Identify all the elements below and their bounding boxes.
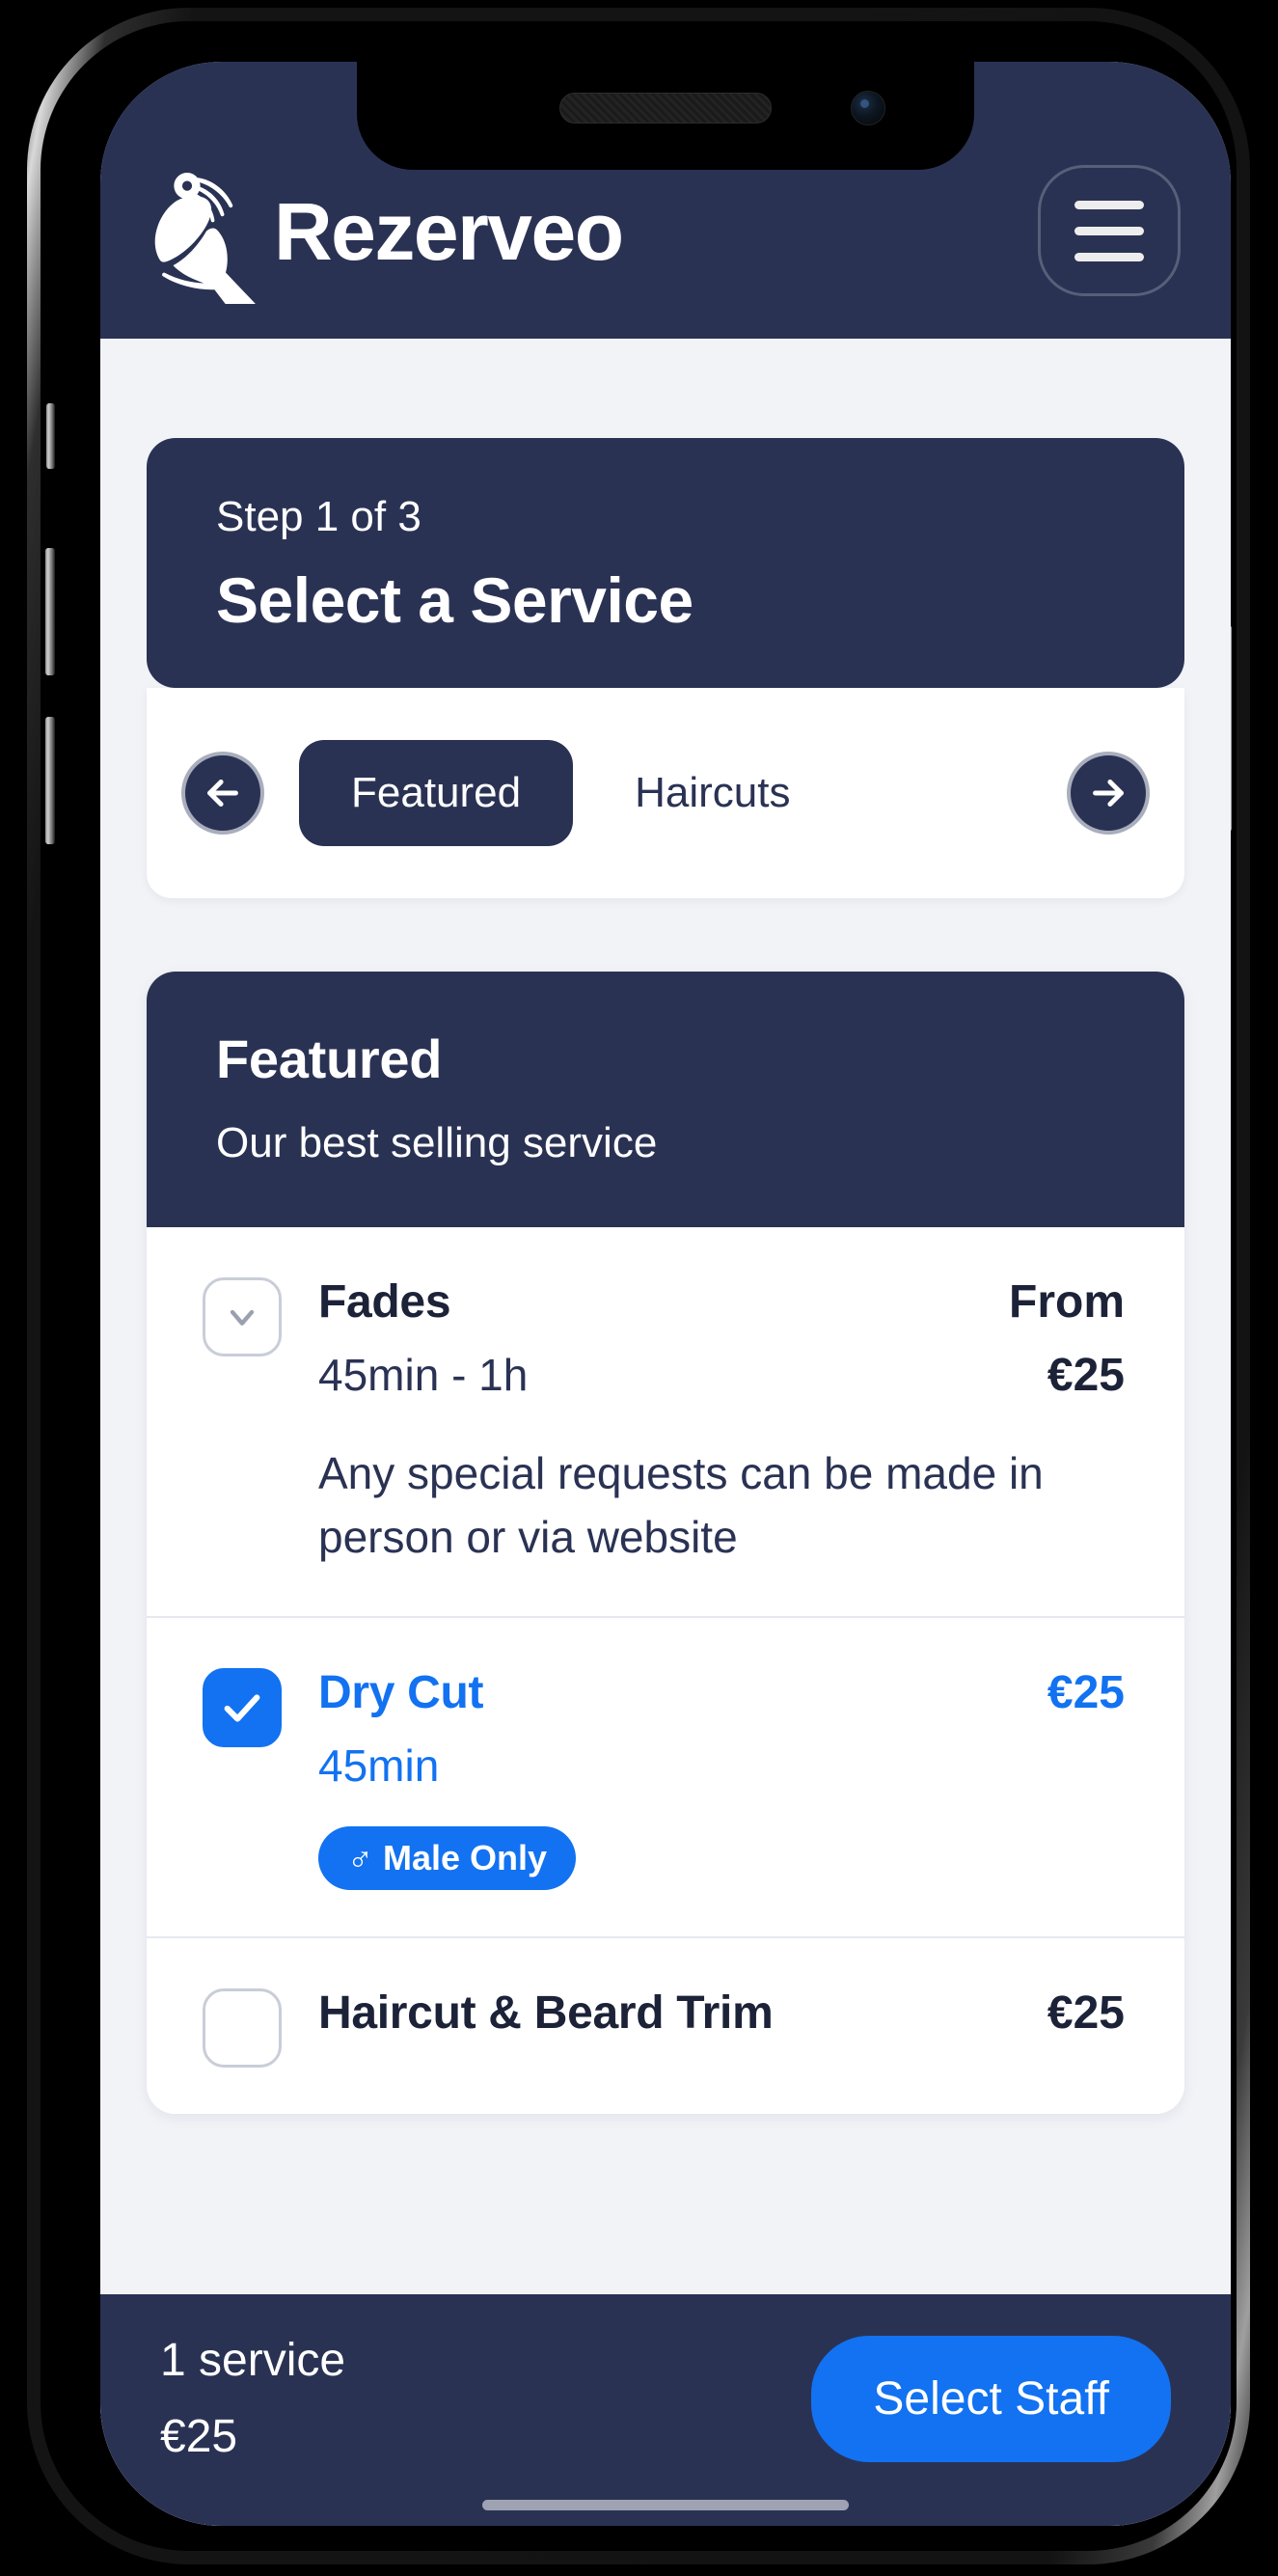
featured-services-card: Featured Our best selling service Fades …: [147, 971, 1184, 2115]
menu-bar-top: [1074, 200, 1144, 209]
arrow-left-icon: [207, 779, 238, 807]
step-section: Step 1 of 3 Select a Service Featured Ha…: [147, 438, 1184, 898]
selected-service-count: 1 service: [160, 2335, 346, 2386]
service-name: Haircut & Beard Trim: [318, 1987, 774, 2040]
arrow-right-icon: [1093, 779, 1124, 807]
service-title-row: Fades From: [318, 1274, 1125, 1331]
service-checkbox-haircut-beard-trim[interactable]: [203, 1988, 282, 2069]
service-checkbox-dry-cut[interactable]: [203, 1668, 282, 1748]
tab-featured[interactable]: Featured: [299, 739, 574, 846]
hamburger-menu-icon[interactable]: [1038, 165, 1181, 296]
select-staff-button[interactable]: Select Staff: [811, 2335, 1171, 2462]
service-description: Any special requests can be made in pers…: [318, 1447, 1044, 1563]
service-price-prefix: From: [1009, 1275, 1125, 1328]
male-symbol-icon: ♂: [347, 1838, 373, 1878]
page-body: Step 1 of 3 Select a Service Featured Ha…: [100, 339, 1231, 2526]
phone-bezel: Rezerveo Step 1 of 3 Select a Service Fe…: [27, 8, 1250, 2564]
silent-switch[interactable]: [46, 403, 55, 469]
step-progress-label: Step 1 of 3: [216, 493, 421, 540]
status-badge-male-only: ♂ Male Only: [318, 1826, 577, 1891]
service-info-dry-cut: Dry Cut €25 45min ♂ Male Only: [318, 1664, 1125, 1891]
check-icon: [224, 1694, 260, 1722]
service-row-fades[interactable]: Fades From 45min - 1h €25 Any special re…: [147, 1226, 1184, 1619]
service-price: €25: [1047, 1987, 1125, 2040]
menu-bar-bottom: [1074, 252, 1144, 261]
display-notch: [357, 62, 974, 170]
cart-total-price: €25: [160, 2411, 238, 2462]
service-row-haircut-beard-trim[interactable]: Haircut & Beard Trim €25: [147, 1938, 1184, 2115]
volume-up-button[interactable]: [45, 548, 55, 675]
service-title-row: Dry Cut €25: [318, 1664, 1125, 1722]
cart-summary: 1 service €25: [160, 2334, 345, 2463]
service-info-fades: Fades From 45min - 1h €25 Any special re…: [318, 1274, 1125, 1570]
screenshot-stage: Rezerveo Step 1 of 3 Select a Service Fe…: [0, 0, 1278, 2576]
front-camera-icon: [851, 91, 885, 125]
service-row-dry-cut[interactable]: Dry Cut €25 45min ♂ Male Only: [147, 1618, 1184, 1939]
service-meta-row: 45min - 1h €25: [318, 1331, 1125, 1405]
service-info-haircut-beard-trim: Haircut & Beard Trim €25: [318, 1985, 1125, 2042]
service-checkbox-fades[interactable]: [203, 1276, 282, 1357]
service-name: Fades: [318, 1275, 451, 1328]
volume-down-button[interactable]: [45, 717, 55, 844]
tab-prev-button[interactable]: [181, 751, 264, 835]
featured-card-header: Featured Our best selling service: [147, 971, 1184, 1227]
service-price: €25: [1047, 1667, 1125, 1719]
chevron-down-icon: [230, 1309, 255, 1326]
featured-card-title: Featured: [216, 1028, 443, 1089]
service-duration: 45min - 1h: [318, 1349, 529, 1400]
brand[interactable]: Rezerveo: [150, 159, 624, 304]
menu-bar-middle: [1074, 226, 1144, 235]
home-indicator[interactable]: [482, 2500, 849, 2510]
booking-summary-bar: 1 service €25 Select Staff: [100, 2294, 1231, 2526]
tab-scroll-area[interactable]: Featured Haircuts: [278, 739, 1053, 846]
peacock-logo-icon: [154, 173, 256, 304]
service-name: Dry Cut: [318, 1667, 484, 1719]
service-title-row: Haircut & Beard Trim €25: [318, 1985, 1125, 2042]
earpiece-speaker-icon: [559, 93, 772, 123]
service-duration: 45min: [318, 1740, 440, 1792]
category-tab-bar: Featured Haircuts: [147, 687, 1184, 898]
badge-label: Male Only: [383, 1838, 548, 1878]
service-price: €25: [1047, 1349, 1125, 1401]
step-header-card: Step 1 of 3 Select a Service: [147, 438, 1184, 688]
brand-name: Rezerveo: [274, 186, 624, 277]
tab-next-button[interactable]: [1067, 751, 1150, 835]
tab-haircuts[interactable]: Haircuts: [583, 740, 842, 846]
page-title: Select a Service: [216, 563, 693, 636]
phone-screen: Rezerveo Step 1 of 3 Select a Service Fe…: [100, 62, 1231, 2526]
featured-card-subtitle: Our best selling service: [216, 1118, 658, 1166]
